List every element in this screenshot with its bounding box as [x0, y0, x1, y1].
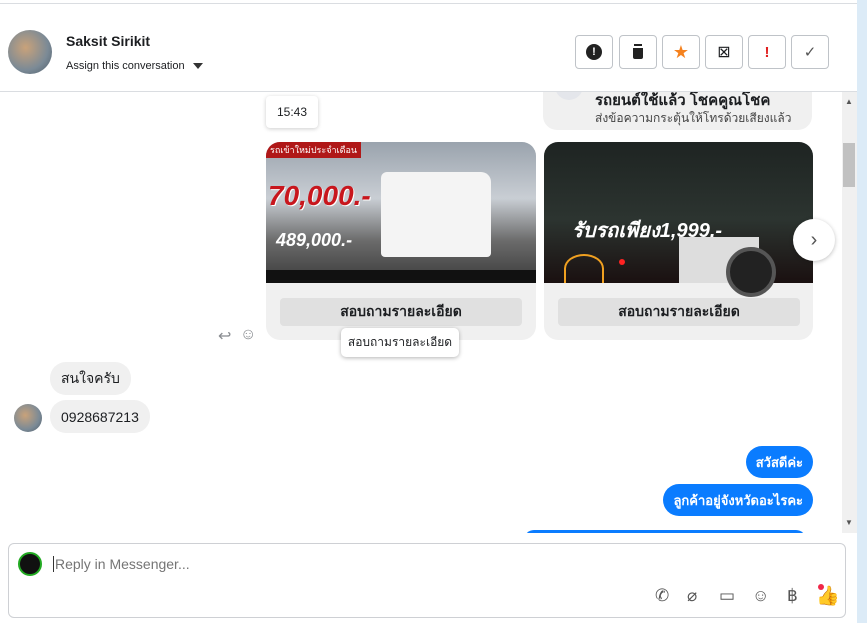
conversation-header: Saksit Sirikit Assign this conversation …	[0, 4, 857, 92]
caret-down-icon	[192, 63, 203, 69]
product-card: รถเข้าใหม่ประจำเดือน 70,000.- 489,000.- …	[266, 142, 536, 340]
card-subtitle: ส่งข้อความกระตุ้นให้โทรด้วยเสียงแล้ว	[595, 111, 792, 125]
spam-icon: !	[586, 44, 602, 60]
archive-icon: ⊠	[717, 44, 731, 61]
attachment-icon[interactable]: ⌀	[687, 586, 697, 606]
inquire-button[interactable]: สอบถามรายละเอียด	[558, 298, 800, 326]
image-price: 70,000.-	[268, 180, 371, 211]
call-prompt-card: รถยนต์ใช้แล้ว โชคคูณโชค ส่งข้อความกระตุ้…	[543, 92, 812, 130]
card-title: รถยนต์ใช้แล้ว โชคคูณโชค	[595, 92, 771, 109]
contact-name[interactable]: Saksit Sirikit	[66, 33, 150, 49]
star-icon: ★	[672, 41, 690, 62]
warning-light	[619, 259, 625, 265]
outgoing-message: ลูกค้าอยู่จังหวัดอะไรคะ	[663, 484, 813, 516]
mark-spam-button[interactable]: !	[575, 35, 613, 69]
baht-payment-icon[interactable]: ฿	[787, 586, 798, 606]
inquire-button[interactable]: สอบถามรายละเอียด	[280, 298, 522, 326]
reply-composer: ✆ ⌀ ▭ ☺ ฿ 👍	[8, 543, 846, 618]
check-icon: ✓	[803, 44, 817, 61]
archive-button[interactable]: ⊠	[705, 35, 743, 69]
important-button[interactable]: !	[748, 35, 786, 69]
delete-button[interactable]	[619, 35, 657, 69]
outgoing-message: สวัสดีค่ะ	[745, 446, 813, 478]
trash-icon	[633, 45, 643, 59]
react-emoji-icon[interactable]: ☺	[240, 326, 256, 344]
phone-icon[interactable]: ✆	[655, 586, 669, 606]
carousel-next-button[interactable]: ›	[793, 219, 835, 261]
outgoing-message-partial	[524, 530, 806, 533]
image-banner	[266, 270, 536, 283]
like-icon[interactable]: 👍	[816, 584, 840, 608]
scroll-down-icon[interactable]: ▼	[845, 518, 853, 527]
product-image[interactable]: รถเข้าใหม่ประจำเดือน 70,000.- 489,000.-	[266, 142, 536, 283]
page-avatar	[18, 552, 42, 576]
reply-input[interactable]	[53, 556, 753, 572]
reply-icon[interactable]: ↩	[218, 326, 231, 346]
incoming-message: 0928687213	[50, 400, 150, 433]
product-image[interactable]: รับรถเพียง1,999.-	[544, 142, 813, 297]
scrollbar-thumb[interactable]	[843, 143, 855, 187]
star-button[interactable]: ★	[662, 35, 700, 69]
done-button[interactable]: ✓	[791, 35, 829, 69]
assign-dropdown[interactable]: Assign this conversation	[66, 60, 203, 72]
scroll-up-icon[interactable]: ▲	[845, 97, 853, 106]
call-icon	[555, 92, 583, 100]
important-icon: !	[764, 43, 770, 61]
product-card: รับรถเพียง1,999.- สอบถามรายละเอียด	[544, 142, 813, 340]
chevron-right-icon: ›	[810, 228, 818, 251]
avatar[interactable]	[8, 30, 52, 74]
sender-avatar	[14, 404, 42, 432]
image-price: 489,000.-	[276, 230, 353, 250]
incoming-message: สนใจครับ	[50, 362, 131, 395]
image-caption: รถเข้าใหม่ประจำเดือน	[266, 142, 362, 158]
button-tooltip: สอบถามรายละเอียด	[341, 328, 459, 357]
wheel-graphic	[726, 247, 776, 297]
message-thread: รถยนต์ใช้แล้ว โชคคูณโชค ส่งข้อความกระตุ้…	[0, 92, 842, 533]
saved-reply-icon[interactable]: ▭	[719, 586, 735, 606]
timestamp-tooltip: 15:43	[266, 96, 318, 128]
emoji-icon[interactable]: ☺	[752, 586, 769, 606]
window-edge	[857, 0, 867, 623]
assign-label: Assign this conversation	[66, 60, 185, 72]
gauge-graphic	[564, 254, 604, 283]
truck-graphic	[381, 172, 491, 257]
